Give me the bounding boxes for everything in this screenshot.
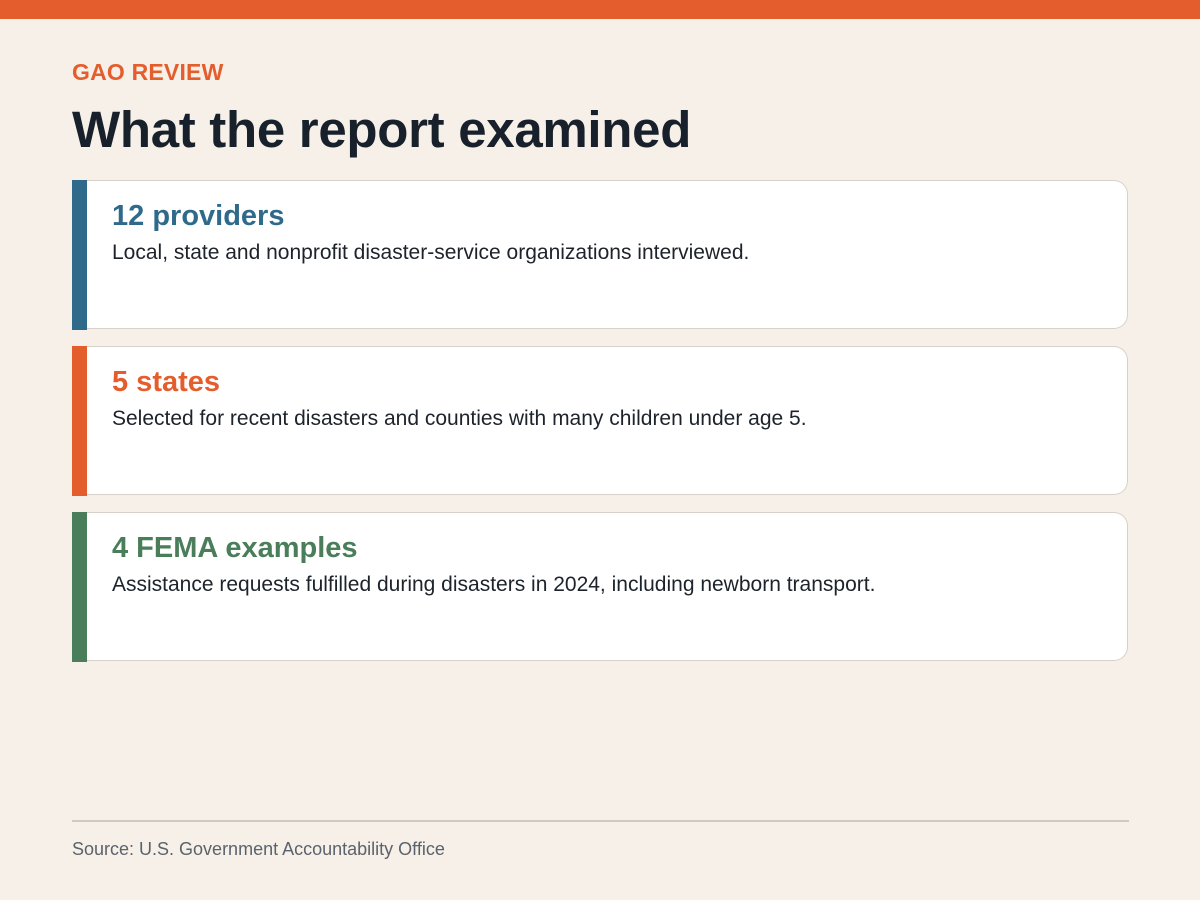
footer-divider (72, 820, 1129, 822)
card-headline: 5 states (112, 366, 221, 398)
card-description: Selected for recent disasters and counti… (112, 407, 807, 430)
card-accent-bar (72, 345, 87, 496)
stat-card-providers: 12 providers Local, state and nonprofit … (72, 179, 1128, 330)
page-title: What the report examined (72, 101, 692, 158)
card-headline: 4 FEMA examples (112, 532, 358, 564)
source-note: Source: U.S. Government Accountability O… (72, 839, 445, 859)
card-accent-bar (72, 511, 87, 662)
card-headline: 12 providers (112, 200, 285, 232)
card-accent-bar (72, 179, 87, 330)
top-accent-bar (0, 0, 1200, 19)
eyebrow-label: GAO REVIEW (72, 59, 224, 85)
stat-card-fema-examples: 4 FEMA examples Assistance requests fulf… (72, 511, 1128, 662)
stat-card-states: 5 states Selected for recent disasters a… (72, 345, 1128, 496)
card-description: Assistance requests fulfilled during dis… (112, 573, 876, 596)
card-description: Local, state and nonprofit disaster-serv… (112, 241, 750, 264)
